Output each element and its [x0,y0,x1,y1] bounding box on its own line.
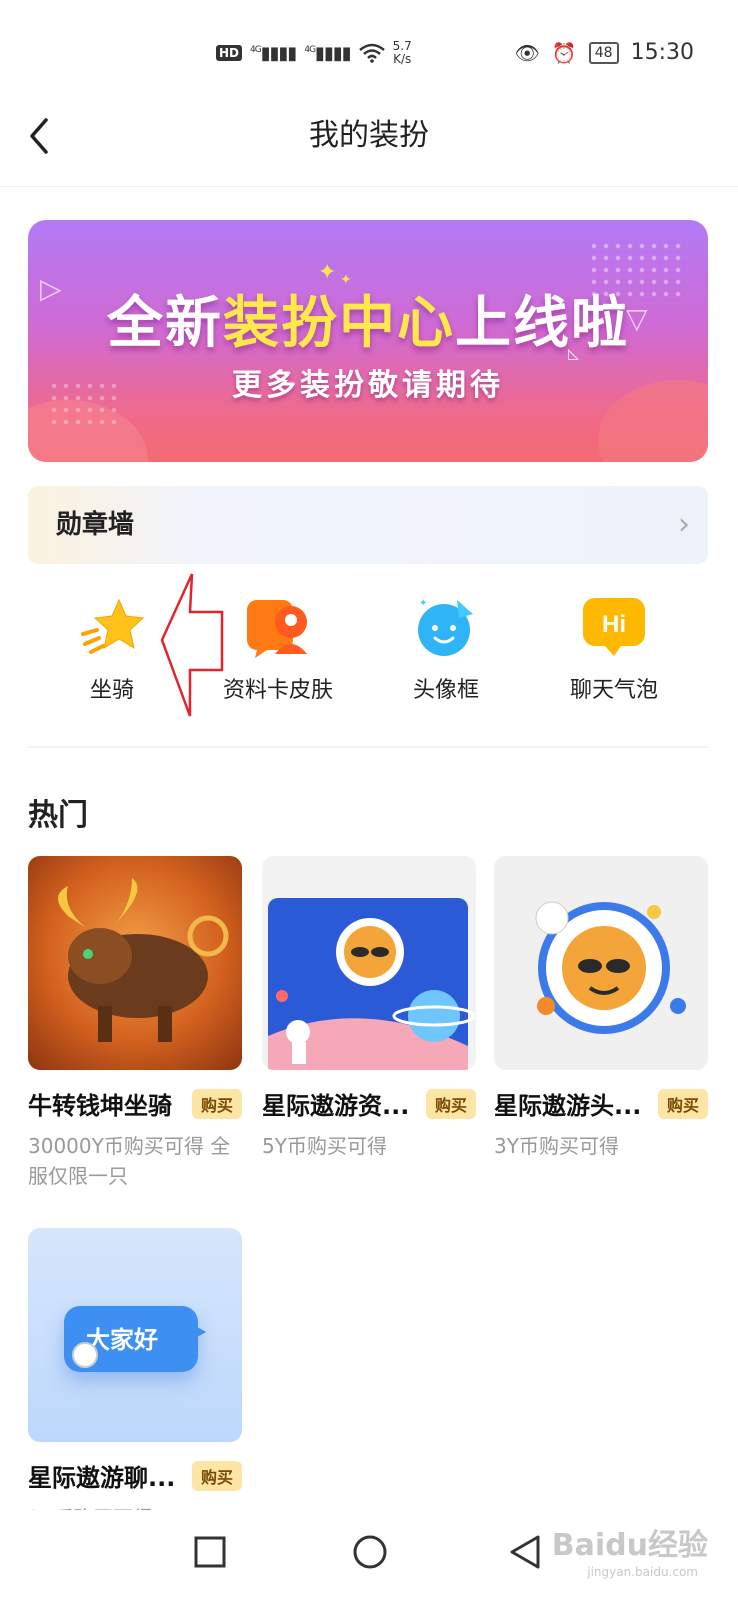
hot-item-card[interactable]: 牛转钱坤坐骑 购买 30000Y币购买可得 全服仅限一只 [28,856,242,1191]
medal-wall-label: 勋章墙 [56,510,135,540]
buy-badge[interactable]: 购买 [425,1088,476,1119]
profile-card-skin-icon [247,600,307,658]
promo-banner[interactable]: ▷ ▽ ✦ ✦ ◺ 全新装扮中心上线啦 更多装扮敬请期待 [28,220,708,462]
signal-icon-2: 4G▮▮▮▮ [304,42,351,64]
svg-text:✦: ✦ [419,598,427,609]
watermark-logo: Baidu经验 [551,1528,708,1563]
battery-icon: 48 [588,41,619,64]
svg-text:Hi: Hi [602,611,626,638]
astronaut-icon [72,1342,98,1368]
space-card-image [268,898,476,1070]
network-speed: 5.7 K/s [392,39,412,66]
back-icon[interactable] [508,1534,542,1570]
annotation-arrow [160,573,224,717]
hd-badge: HD [216,45,243,61]
status-bar: HD 4G▮▮▮▮ 4G▮▮▮▮ 5.7 K/s 👁 ⏰ 48 15:30 [0,0,738,100]
star-mount-icon [81,598,145,654]
space-avatar-frame-image [535,901,686,1034]
status-left: HD 4G▮▮▮▮ 4G▮▮▮▮ 5.7 K/s [216,40,412,66]
banner-subtitle: 更多装扮敬请期待 [232,368,504,403]
hot-item-card[interactable]: 星际遨游头... 购买 3Y币购买可得 [494,856,708,1161]
hot-section-title: 热门 [28,798,88,833]
signal-icon: 4G▮▮▮▮ [250,42,297,64]
banner-headline: 全新装扮中心上线啦 [107,291,629,356]
alarm-icon: ⏰ [551,40,577,65]
category-avatar-frame[interactable]: ✦ 头像框 [366,596,526,706]
category-chat-bubble[interactable]: Hi 聊天气泡 [534,596,694,706]
item-thumbnail: 大家好 [28,1228,242,1442]
buy-badge[interactable]: 购买 [191,1460,242,1491]
medal-wall-row[interactable]: 勋章墙 › [28,486,708,564]
buy-badge[interactable]: 购买 [657,1088,708,1119]
bubble-tail [192,1324,206,1340]
item-thumbnail [28,856,242,1070]
item-thumbnail [494,856,708,1070]
item-name: 星际遨游聊... [28,1464,176,1492]
item-name: 星际遨游头... [494,1092,642,1120]
avatar-frame-icon: ✦ [418,598,473,656]
recent-apps-icon[interactable] [194,1536,226,1568]
page-title: 我的装扮 [309,118,429,153]
chat-bubble-icon: Hi [583,598,645,656]
category-label: 聊天气泡 [569,678,658,703]
category-label: 头像框 [412,678,479,703]
item-desc: 30000Y币购买可得 全服仅限一只 [28,1134,231,1188]
status-right: 👁 ⏰ 48 15:30 [514,40,694,65]
wifi-icon [358,43,385,63]
hot-item-card[interactable]: 大家好 星际遨游聊... 购买 3Y币购买可得 [28,1228,242,1533]
header-divider [0,186,738,187]
buy-badge[interactable]: 购买 [191,1088,242,1119]
bull-mount-image [58,878,229,1042]
chevron-right-icon: › [678,507,690,542]
item-desc: 3Y币购买可得 [494,1134,619,1158]
item-name: 牛转钱坤坐骑 [28,1092,172,1120]
item-desc: 5Y币购买可得 [262,1134,387,1158]
item-thumbnail [262,856,476,1070]
eye-icon: 👁 [514,40,540,65]
section-divider [28,746,708,748]
home-icon[interactable] [352,1534,388,1570]
hot-item-card[interactable]: 星际遨游资... 购买 5Y币购买可得 [262,856,476,1161]
item-name: 星际遨游资... [262,1092,410,1120]
clock: 15:30 [630,40,694,65]
watermark-url: jingyan.baidu.com [587,1565,698,1579]
